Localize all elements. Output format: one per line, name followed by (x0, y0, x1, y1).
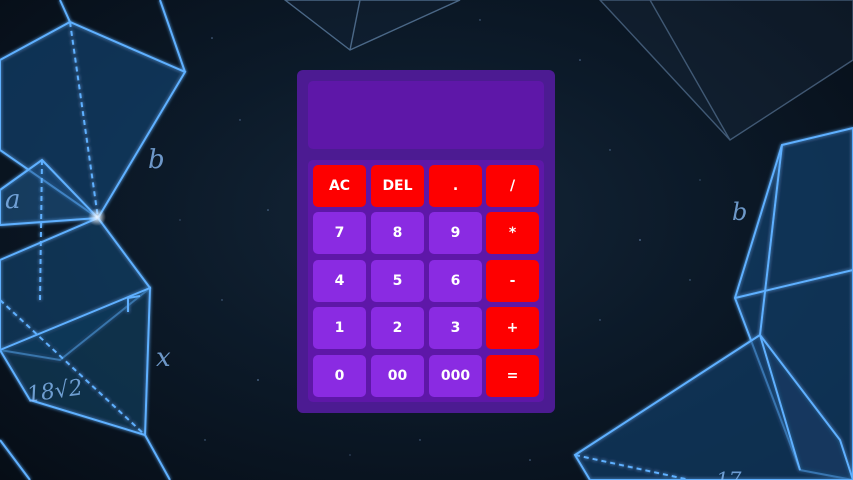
label-b-right: b (732, 198, 747, 226)
label-b-left: b (148, 145, 165, 175)
double-zero-button[interactable]: 00 (371, 355, 424, 397)
label-partial: 17 (716, 467, 742, 480)
digit-4-button[interactable]: 4 (313, 260, 366, 302)
digit-6-button[interactable]: 6 (429, 260, 482, 302)
decimal-button[interactable]: . (429, 165, 482, 207)
digit-3-button[interactable]: 3 (429, 307, 482, 349)
right-geometry (573, 126, 853, 480)
digit-5-button[interactable]: 5 (371, 260, 424, 302)
keypad: AC DEL . / 7 8 9 * 4 5 6 - 1 2 3 + 0 00 … (308, 160, 544, 402)
ac-button[interactable]: AC (313, 165, 366, 207)
calculator-display (308, 81, 544, 149)
digit-8-button[interactable]: 8 (371, 212, 424, 254)
equals-button[interactable]: = (486, 355, 539, 397)
digit-2-button[interactable]: 2 (371, 307, 424, 349)
calculator: AC DEL . / 7 8 9 * 4 5 6 - 1 2 3 + 0 00 … (297, 70, 555, 413)
left-geometry (0, 0, 187, 480)
divide-button[interactable]: / (486, 165, 539, 207)
subtract-button[interactable]: - (486, 260, 539, 302)
triple-zero-button[interactable]: 000 (429, 355, 482, 397)
digit-7-button[interactable]: 7 (313, 212, 366, 254)
top-prism (283, 0, 461, 51)
multiply-button[interactable]: * (486, 212, 539, 254)
digit-9-button[interactable]: 9 (429, 212, 482, 254)
delete-button[interactable]: DEL (371, 165, 424, 207)
top-right-prism (599, 0, 853, 141)
digit-0-button[interactable]: 0 (313, 355, 366, 397)
digit-1-button[interactable]: 1 (313, 307, 366, 349)
label-a: a (5, 185, 21, 215)
label-x: x (156, 343, 171, 373)
add-button[interactable]: + (486, 307, 539, 349)
